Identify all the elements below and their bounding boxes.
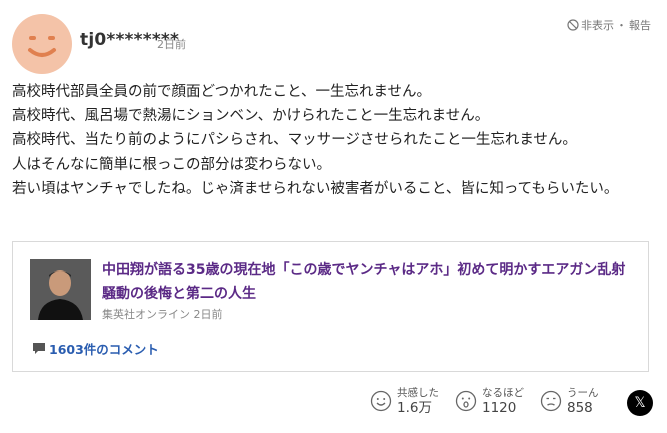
person-photo-icon <box>30 259 91 320</box>
surprised-face-icon <box>455 390 477 412</box>
smile-face-icon <box>370 390 392 412</box>
comment-line: 高校時代、風呂場で熱湯にションベン、かけられたこと一生忘れません。 <box>12 108 490 125</box>
separator: ・ <box>616 19 627 32</box>
x-share-button[interactable]: 𝕏 <box>627 390 653 416</box>
article-publisher: 集英社オンライン <box>102 308 190 321</box>
article-title[interactable]: 中田翔が語る35歳の現在地「この歳でヤンチャはアホ」初めて明かすエアガン乱射騒動… <box>102 258 637 306</box>
thinking-face-icon <box>540 390 562 412</box>
comment-line: 若い頃はヤンチャでしたね。じゃ済ませられない被害者がいること、皆に知ってもらいた… <box>12 180 619 197</box>
report-link[interactable]: 報告 <box>629 17 651 33</box>
comment-body: 高校時代部員全員の前で顔面どつかれたこと、一生忘れません。 高校時代、風呂場で熱… <box>12 80 657 201</box>
hide-icon <box>567 19 579 31</box>
reaction-count: 1120 <box>482 400 517 416</box>
comment-bubble-icon <box>33 343 45 354</box>
article-thumbnail[interactable] <box>30 259 91 320</box>
reaction-empathy-button[interactable]: 共感した 1.6万 <box>370 386 439 416</box>
comment-time: 2日前 <box>157 38 186 51</box>
comment-count-link[interactable]: 1603件のコメント <box>32 339 159 358</box>
reaction-count: 858 <box>567 400 593 416</box>
article-source: 集英社オンライン 2日前 <box>102 306 223 322</box>
reaction-label: うーん <box>567 387 599 399</box>
x-logo-icon: 𝕏 <box>634 395 646 411</box>
user-avatar <box>12 14 72 74</box>
reaction-insight-button[interactable]: なるほど 1120 <box>455 386 524 416</box>
comment-line: 高校時代、当たり前のようにパシらされ、マッサージさせられたこと一生忘れません。 <box>12 132 577 149</box>
comment-count-label: 1603件のコメント <box>49 342 159 357</box>
reaction-hmm-button[interactable]: うーん 858 <box>540 386 599 416</box>
reaction-bar: 共感した 1.6万 なるほど 1120 うーん 858 <box>370 386 615 416</box>
comment-actions: 非表示 ・ 報告 <box>567 17 651 33</box>
article-card[interactable]: 中田翔が語る35歳の現在地「この歳でヤンチャはアホ」初めて明かすエアガン乱射騒動… <box>12 241 649 372</box>
reaction-label: なるほど <box>482 387 524 399</box>
reaction-count: 1.6万 <box>397 400 432 416</box>
article-time: 2日前 <box>193 308 223 321</box>
comment-line: 人はそんなに簡単に根っこの部分は変わらない。 <box>12 156 331 173</box>
comment-line: 高校時代部員全員の前で顔面どつかれたこと、一生忘れません。 <box>12 84 432 100</box>
reaction-label: 共感した <box>397 387 439 399</box>
hide-link[interactable]: 非表示 <box>581 17 614 33</box>
smiley-avatar-icon <box>28 36 56 57</box>
